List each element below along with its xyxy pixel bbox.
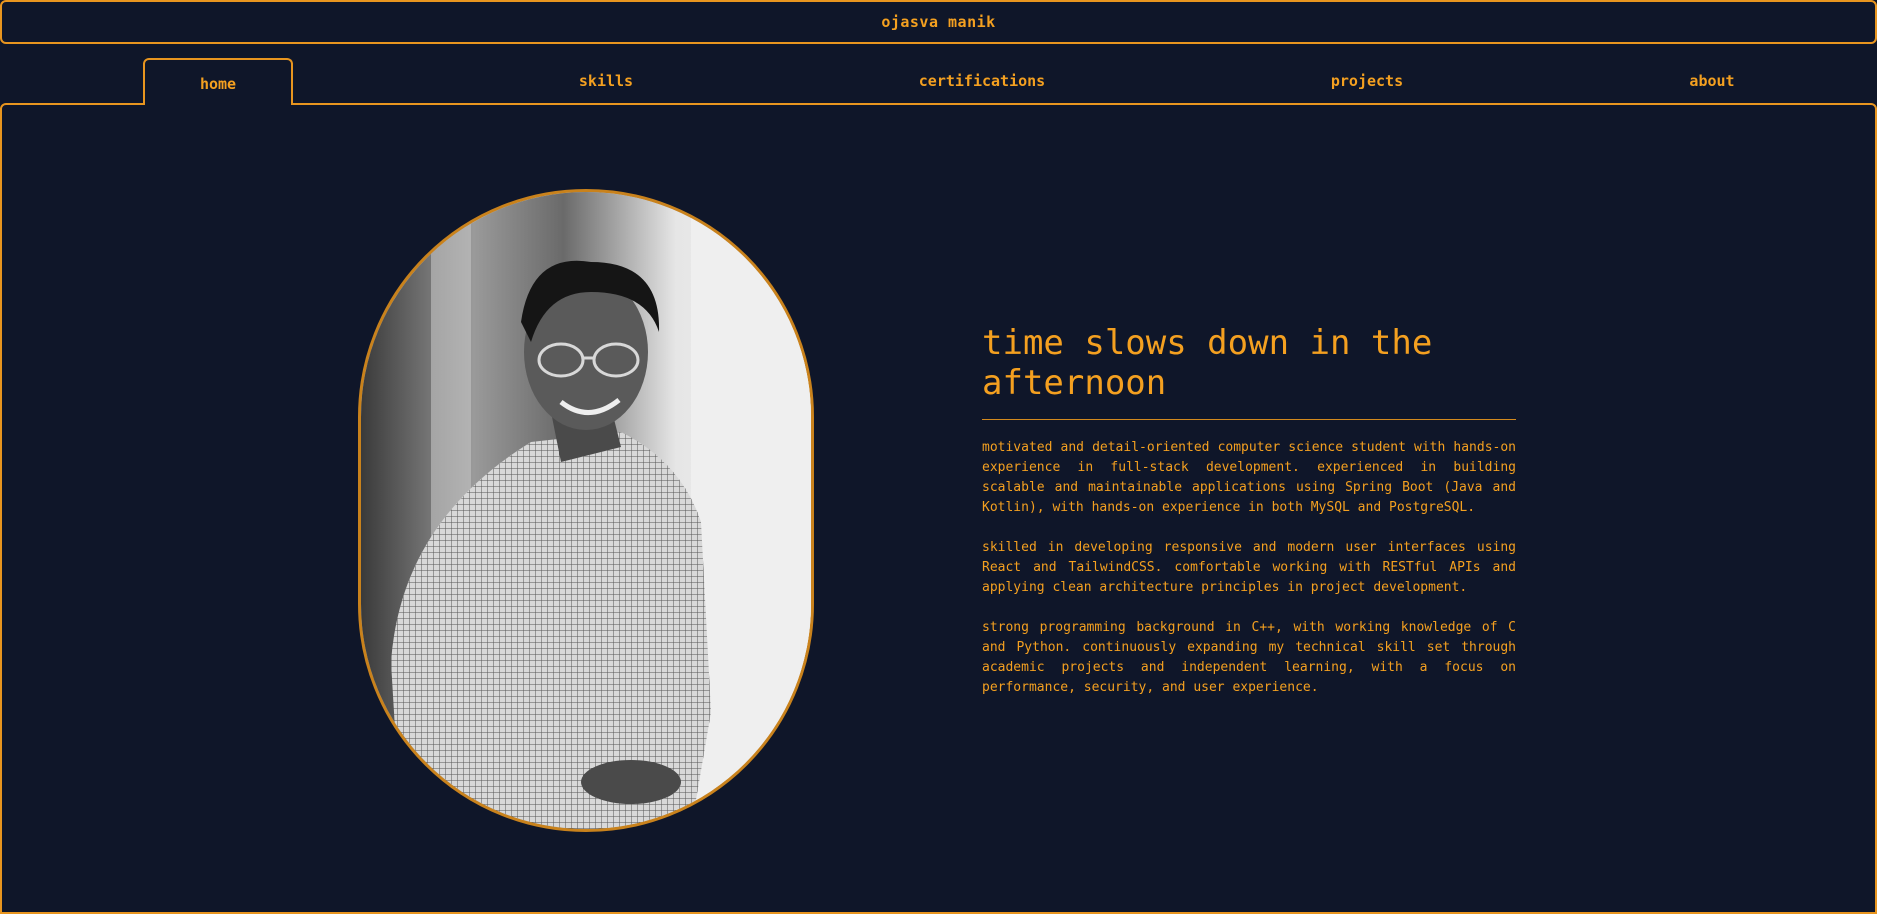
tab-skills[interactable]: skills bbox=[556, 58, 656, 104]
site-header: ojasva manik bbox=[0, 0, 1877, 44]
person-photo-icon bbox=[361, 192, 811, 829]
tab-projects[interactable]: projects bbox=[1317, 58, 1417, 104]
tab-about[interactable]: about bbox=[1662, 58, 1762, 104]
main-content: time slows down in the afternoon motivat… bbox=[0, 103, 1877, 914]
intro-text: time slows down in the afternoon motivat… bbox=[982, 323, 1516, 698]
site-title[interactable]: ojasva manik bbox=[881, 13, 995, 31]
intro-paragraph: skilled in developing responsive and mod… bbox=[982, 540, 1516, 595]
intro-paragraph: strong programming background in C++, wi… bbox=[982, 620, 1516, 695]
profile-photo bbox=[358, 189, 814, 832]
headline: time slows down in the afternoon bbox=[982, 323, 1516, 420]
tab-home[interactable]: home bbox=[143, 58, 293, 105]
tab-certifications[interactable]: certifications bbox=[902, 58, 1062, 104]
intro-paragraph: motivated and detail-oriented computer s… bbox=[982, 440, 1516, 515]
nav-tabs: home skills certifications projects abou… bbox=[0, 58, 1877, 105]
